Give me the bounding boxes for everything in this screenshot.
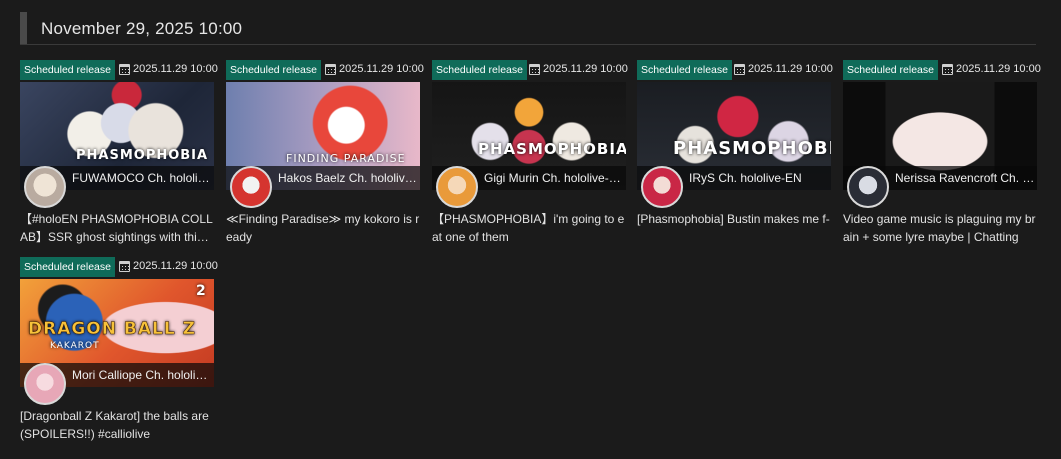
video-title[interactable]: Video game music is plaguing my brain + … <box>843 210 1037 246</box>
calendar-icon <box>734 64 745 75</box>
video-card[interactable]: Scheduled release 2025.11.29 10:00 Neris… <box>843 60 1041 250</box>
card-header: Scheduled release 2025.11.29 10:00 <box>20 60 218 80</box>
calendar-icon <box>942 64 953 75</box>
thumbnail-logo: DRAGON BALL Z <box>28 319 196 340</box>
video-title[interactable]: [Phasmophobia] Bustin makes me f- <box>637 210 831 228</box>
card-header: Scheduled release 2025.11.29 10:00 <box>637 60 833 80</box>
card-header: Scheduled release 2025.11.29 10:00 <box>20 257 218 277</box>
release-date: 2025.11.29 10:00 <box>748 63 833 75</box>
video-card[interactable]: Scheduled release 2025.11.29 10:00 DRAGO… <box>20 257 218 447</box>
channel-name[interactable]: Mori Calliope Ch. hololive-EN <box>72 368 212 382</box>
channel-name[interactable]: Nerissa Ravencroft Ch. hololive-EN <box>895 171 1035 185</box>
section-header: November 29, 2025 10:00 <box>20 12 1036 45</box>
release-date: 2025.11.29 10:00 <box>543 63 628 75</box>
channel-avatar[interactable] <box>24 363 66 405</box>
channel-avatar[interactable] <box>641 166 683 208</box>
video-title[interactable]: 【#holoEN PHASMOPHOBIA COLLAB】SSR ghost s… <box>20 210 214 246</box>
thumbnail-caption: PHASMOPHOBIA <box>478 140 626 158</box>
calendar-icon <box>119 261 130 272</box>
scheduled-badge: Scheduled release <box>226 60 321 80</box>
calendar-icon <box>119 64 130 75</box>
video-card[interactable]: Scheduled release 2025.11.29 10:00 PHASM… <box>637 60 833 250</box>
thumbnail-number: 2 <box>196 283 207 299</box>
thumbnail-caption: FINDING PARADISE <box>286 152 406 165</box>
card-header: Scheduled release 2025.11.29 10:00 <box>843 60 1041 80</box>
video-title[interactable]: ≪Finding Paradise≫ my kokoro is ready <box>226 210 420 246</box>
release-date: 2025.11.29 10:00 <box>956 63 1041 75</box>
channel-avatar[interactable] <box>230 166 272 208</box>
section-accent-bar <box>20 12 27 44</box>
calendar-icon <box>325 64 336 75</box>
video-title[interactable]: [Dragonball Z Kakarot] the balls are (SP… <box>20 407 214 443</box>
scheduled-badge: Scheduled release <box>20 257 115 277</box>
video-card[interactable]: Scheduled release 2025.11.29 10:00 PHASM… <box>432 60 628 250</box>
channel-name[interactable]: IRyS Ch. hololive-EN <box>689 171 829 185</box>
video-title[interactable]: 【PHASMOPHOBIA】i'm going to eat one of th… <box>432 210 626 246</box>
channel-avatar[interactable] <box>436 166 478 208</box>
thumbnail-caption: PHASMOPHOBIA <box>673 138 831 159</box>
release-date: 2025.11.29 10:00 <box>339 63 424 75</box>
scheduled-badge: Scheduled release <box>843 60 938 80</box>
video-card[interactable]: Scheduled release 2025.11.29 10:00 FINDI… <box>226 60 424 250</box>
card-header: Scheduled release 2025.11.29 10:00 <box>432 60 628 80</box>
calendar-icon <box>529 64 540 75</box>
channel-name[interactable]: Gigi Murin Ch. hololive-EN <box>484 171 624 185</box>
channel-avatar[interactable] <box>847 166 889 208</box>
scheduled-badge: Scheduled release <box>432 60 527 80</box>
scheduled-badge: Scheduled release <box>20 60 115 80</box>
release-date: 2025.11.29 10:00 <box>133 63 218 75</box>
thumbnail-caption: PHASMOPHOBIA <box>76 148 209 163</box>
channel-avatar[interactable] <box>24 166 66 208</box>
channel-name[interactable]: FUWAMOCO Ch. hololive-EN <box>72 171 212 185</box>
thumbnail-subtitle: KAKAROT <box>50 341 100 351</box>
release-date: 2025.11.29 10:00 <box>133 260 218 272</box>
channel-name[interactable]: Hakos Baelz Ch. hololive-EN <box>278 171 418 185</box>
scheduled-badge: Scheduled release <box>637 60 732 80</box>
card-header: Scheduled release 2025.11.29 10:00 <box>226 60 424 80</box>
section-title: November 29, 2025 10:00 <box>41 19 243 38</box>
video-card[interactable]: Scheduled release 2025.11.29 10:00 PHASM… <box>20 60 218 250</box>
